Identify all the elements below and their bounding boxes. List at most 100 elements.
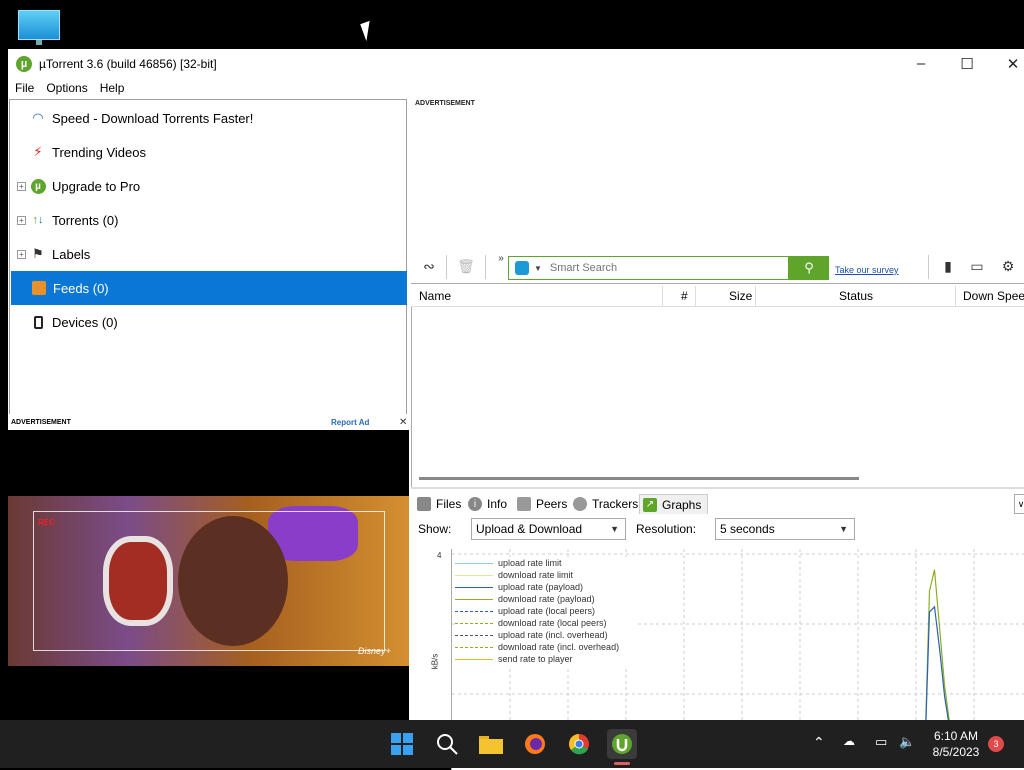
- collapse-panel-button[interactable]: ∨: [1014, 494, 1024, 514]
- legend-swatch: [455, 658, 493, 660]
- start-button[interactable]: [387, 729, 417, 759]
- title-bar[interactable]: µ µTorrent 3.6 (build 46856) [32-bit] – …: [8, 49, 1024, 78]
- chat-icon[interactable]: ▮: [938, 257, 958, 275]
- ad-rec-label: REC: [38, 518, 55, 527]
- ad-top-label: ADVERTISEMENT: [415, 100, 475, 107]
- chrome-icon: [569, 734, 589, 755]
- taskbar: ⌃ ☁ ▭ 🔈 6:10 AM 8/5/2023 3: [0, 720, 1024, 768]
- legend-swatch: [455, 574, 493, 576]
- sidebar-item-torrents[interactable]: + ↑ ↓ Torrents (0): [10, 203, 406, 237]
- network-icon[interactable]: ▭: [875, 734, 887, 750]
- tab-label: Trackers: [592, 497, 639, 511]
- clock-date: 8/5/2023: [932, 745, 980, 759]
- tab-label: Info: [487, 497, 508, 511]
- sidebar-item-labels[interactable]: + ⚑ Labels: [10, 237, 406, 271]
- sidebar-item-feeds[interactable]: Feeds (0): [11, 271, 407, 305]
- close-ad-icon[interactable]: ✕: [399, 417, 407, 428]
- sidebar-item-label: Feeds (0): [53, 280, 109, 296]
- search-input[interactable]: [549, 262, 770, 274]
- sidebar-item-speed[interactable]: ◠ Speed - Download Torrents Faster!: [10, 101, 406, 135]
- legend-swatch: [455, 586, 493, 588]
- ad-left-header: ADVERTISEMENT Report Ad ✕: [8, 414, 409, 430]
- peers-icon: [517, 497, 531, 511]
- sidebar-item-trending-videos[interactable]: ⚡ Trending Videos: [10, 135, 406, 169]
- legend-label: download rate (payload): [498, 594, 595, 604]
- ad-video[interactable]: REC Disney+: [8, 430, 409, 720]
- chevron-up-icon[interactable]: ⌃: [813, 734, 825, 751]
- close-button[interactable]: ✕: [990, 49, 1024, 78]
- minimize-button[interactable]: –: [898, 49, 944, 78]
- menu-options[interactable]: Options: [46, 81, 87, 95]
- survey-link[interactable]: Take our survey: [835, 265, 899, 275]
- report-ad-link[interactable]: Report Ad: [331, 418, 369, 427]
- show-select[interactable]: Upload & Download ▼: [471, 518, 626, 540]
- firefox-icon: [525, 734, 545, 754]
- search-box[interactable]: ▼: [508, 256, 789, 280]
- notification-badge[interactable]: 3: [988, 736, 1004, 752]
- chrome-button[interactable]: [564, 729, 594, 759]
- gear-icon[interactable]: ⚙: [998, 257, 1018, 275]
- tab-trackers[interactable]: Trackers: [573, 494, 638, 514]
- volume-icon[interactable]: 🔈: [899, 734, 915, 750]
- clock[interactable]: 6:10 AM 8/5/2023: [921, 728, 991, 760]
- tab-label: Peers: [536, 497, 568, 511]
- y-tick-max: 4: [437, 551, 442, 560]
- legend-entry: download rate (local peers): [455, 617, 607, 629]
- chevron-down-icon: ▼: [610, 524, 619, 534]
- sidebar-item-devices[interactable]: Devices (0): [10, 305, 406, 339]
- this-pc-icon[interactable]: [18, 10, 60, 48]
- expand-icon[interactable]: +: [17, 249, 26, 259]
- utorrent-logo-icon: [612, 734, 632, 754]
- device-icon: [30, 314, 46, 330]
- firefox-button[interactable]: [520, 729, 550, 759]
- legend-swatch: [455, 610, 493, 612]
- add-rss-feed-icon[interactable]: ∾: [419, 257, 439, 275]
- resolution-select-value: 5 seconds: [720, 522, 775, 536]
- ad-label: ADVERTISEMENT: [11, 418, 71, 426]
- graph-icon: ↗: [643, 497, 657, 512]
- file-explorer-button[interactable]: [476, 729, 506, 759]
- resolution-select[interactable]: 5 seconds ▼: [715, 518, 855, 540]
- horizontal-scrollbar[interactable]: [419, 477, 859, 480]
- tab-files[interactable]: Files: [417, 494, 461, 514]
- search-button[interactable]: ⚲: [789, 256, 829, 280]
- search-icon: ⚲: [804, 260, 814, 275]
- maximize-button[interactable]: ☐: [944, 49, 990, 78]
- resolution-label: Resolution:: [636, 522, 697, 536]
- tab-info[interactable]: i Info: [468, 494, 507, 514]
- legend-entry: download rate limit: [455, 569, 573, 581]
- utorrent-logo-icon: µ: [30, 178, 46, 194]
- sidebar-item-upgrade[interactable]: + µ Upgrade to Pro: [10, 169, 406, 203]
- utorrent-taskbar-button[interactable]: [607, 729, 637, 759]
- expand-icon[interactable]: +: [17, 215, 26, 225]
- tag-icon: ⚑: [32, 246, 44, 261]
- expand-icon[interactable]: +: [17, 181, 26, 191]
- legend-label: upload rate (incl. overhead): [498, 630, 608, 640]
- lightning-icon: ⚡: [33, 144, 43, 159]
- search-taskbar-button[interactable]: [432, 729, 462, 759]
- column-status[interactable]: Status: [839, 284, 873, 308]
- tab-graphs[interactable]: ↗ Graphs: [639, 494, 709, 514]
- pane-splitter[interactable]: [411, 487, 1024, 489]
- trackers-icon: [573, 497, 587, 511]
- torrent-table-body[interactable]: [411, 307, 1024, 487]
- onedrive-icon[interactable]: ☁: [843, 734, 855, 748]
- column-down-speed[interactable]: Down Speed: [963, 284, 1024, 308]
- utorrent-logo-icon: µ: [16, 55, 32, 72]
- menu-help[interactable]: Help: [100, 81, 125, 95]
- column-size[interactable]: Size: [729, 284, 752, 308]
- window-title: µTorrent 3.6 (build 46856) [32-bit]: [39, 56, 217, 71]
- menu-file[interactable]: File: [15, 81, 34, 95]
- remote-screen-icon[interactable]: ▭: [967, 257, 987, 275]
- chevron-down-icon[interactable]: ▼: [534, 264, 542, 273]
- column-number[interactable]: #: [681, 284, 688, 308]
- y-axis-label: kB/s: [430, 653, 440, 670]
- windows-logo-icon: [391, 733, 413, 755]
- sidebar-item-label: Upgrade to Pro: [52, 178, 141, 194]
- tab-peers[interactable]: Peers: [517, 494, 567, 514]
- delete-icon[interactable]: 🗑: [456, 257, 476, 275]
- menu-bar: File Options Help: [8, 78, 1024, 98]
- legend-swatch: [455, 598, 493, 600]
- column-name[interactable]: Name: [419, 284, 451, 308]
- mouse-cursor-icon: [360, 20, 376, 42]
